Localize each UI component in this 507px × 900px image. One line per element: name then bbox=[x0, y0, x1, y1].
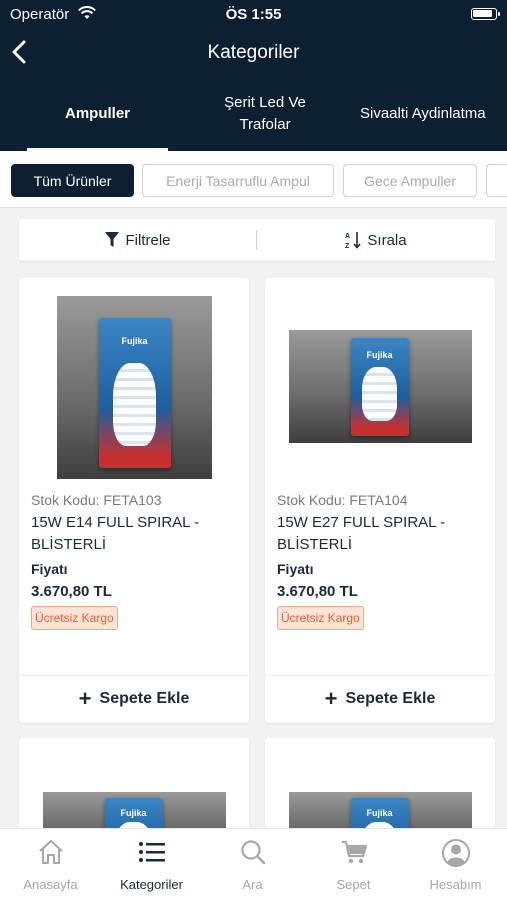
chip-night-bulbs[interactable]: Gece Ampuller bbox=[343, 164, 477, 197]
product-image: Fujika bbox=[19, 296, 249, 479]
product-card[interactable]: Fujika Stok Kodu: FETA104 15W E27 FULL S… bbox=[265, 278, 495, 723]
tab-sivaalti[interactable]: Sivaalti Aydinlatma bbox=[360, 76, 507, 151]
tab-serit-led[interactable]: Şerit Led Ve Trafolar bbox=[205, 76, 325, 151]
clock: ÖS 1:55 bbox=[225, 6, 282, 23]
image-brand-text: Fujika bbox=[366, 349, 393, 360]
tab-label: Sivaalti Aydinlatma bbox=[360, 104, 486, 122]
tab-label: Ampuller bbox=[64, 104, 130, 122]
bottom-tab-bar: Anasayfa Kategoriler Ara Sepet Hesabım bbox=[0, 828, 507, 900]
tab-account[interactable]: Hesabım bbox=[404, 829, 507, 900]
product-card[interactable]: Fujika bbox=[19, 738, 249, 838]
sort-icon: A Z bbox=[345, 232, 362, 249]
price-label: Fiyatı bbox=[31, 561, 68, 577]
product-name[interactable]: 15W E27 FULL SPIRAL - BLİSTERLİ bbox=[277, 512, 483, 556]
tab-label: Anasayfa bbox=[23, 877, 78, 892]
filter-icon bbox=[105, 232, 120, 247]
list-icon bbox=[138, 842, 165, 862]
account-icon bbox=[441, 839, 470, 867]
add-to-cart-label: Sepete Ekle bbox=[345, 690, 436, 707]
product-stock-code: Stok Kodu: FETA104 bbox=[277, 492, 408, 508]
category-tabs: Ampuller Şerit Led Ve Trafolar Sivaalti … bbox=[0, 76, 507, 151]
image-brand-text: Fujika bbox=[121, 336, 148, 346]
sort-button[interactable]: A Z Sırala bbox=[257, 219, 495, 261]
tab-label: Şerit Led Ve Trafolar bbox=[224, 93, 306, 133]
nav-bar: Kategoriler bbox=[0, 28, 507, 76]
image-brand-text: Fujika bbox=[120, 807, 147, 818]
image-brand-text: Fujika bbox=[366, 807, 393, 818]
product-price: 3.670,80 TL bbox=[277, 583, 358, 600]
chip-label: Enerji Tasarruflu Ampul bbox=[166, 172, 310, 189]
tab-categories[interactable]: Kategoriler bbox=[101, 829, 202, 900]
svg-text:A: A bbox=[345, 233, 350, 240]
free-shipping-badge: Ücretsiz Kargo bbox=[31, 606, 118, 630]
sort-label: Sırala bbox=[367, 231, 407, 249]
tab-label: Ara bbox=[242, 877, 263, 892]
product-image: Fujika bbox=[265, 330, 495, 443]
product-card[interactable]: Fujika Stok Kodu: FETA103 15W E14 FULL S… bbox=[19, 278, 249, 723]
tab-home[interactable]: Anasayfa bbox=[0, 829, 101, 900]
tab-cart[interactable]: Sepet bbox=[303, 829, 404, 900]
add-to-cart-button[interactable]: + Sepete Ekle bbox=[265, 675, 495, 722]
filter-label: Filtrele bbox=[125, 231, 171, 249]
product-name[interactable]: 15W E14 FULL SPIRAL - BLİSTERLİ bbox=[31, 512, 237, 556]
filter-sort-bar: Filtrele A Z Sırala bbox=[19, 219, 495, 261]
cart-icon bbox=[341, 840, 367, 864]
tab-label: Hesabım bbox=[429, 877, 482, 892]
plus-icon: + bbox=[324, 686, 338, 711]
add-to-cart-button[interactable]: + Sepete Ekle bbox=[19, 675, 249, 722]
plus-icon: + bbox=[78, 686, 92, 711]
product-card[interactable]: Fujika bbox=[265, 738, 495, 838]
product-price: 3.670,80 TL bbox=[31, 583, 112, 600]
svg-text:Z: Z bbox=[345, 243, 350, 249]
chip-energy-saving[interactable]: Enerji Tasarruflu Ampul bbox=[142, 164, 334, 197]
search-icon bbox=[240, 840, 265, 865]
chip-all-products[interactable]: Tüm Ürünler bbox=[11, 164, 134, 197]
chip-label: Gece Ampuller bbox=[364, 172, 456, 189]
tab-label: Sepet bbox=[336, 877, 371, 892]
subcategory-chips: Tüm Ürünler Enerji Tasarruflu Ampul Gece… bbox=[0, 151, 507, 208]
filter-button[interactable]: Filtrele bbox=[19, 219, 257, 261]
chip-label: Tüm Ürünler bbox=[33, 172, 112, 189]
tab-search[interactable]: Ara bbox=[202, 829, 303, 900]
chip-more[interactable] bbox=[486, 164, 507, 197]
page-title: Kategoriler bbox=[207, 42, 300, 63]
status-bar: Operatör ÖS 1:55 bbox=[0, 0, 507, 28]
battery-icon bbox=[471, 8, 500, 20]
tab-ampuller[interactable]: Ampuller bbox=[27, 76, 168, 151]
home-icon bbox=[38, 840, 63, 864]
product-stock-code: Stok Kodu: FETA103 bbox=[31, 492, 162, 508]
app-header: Operatör ÖS 1:55 Kategoriler Ampuller Şe… bbox=[0, 0, 507, 151]
add-to-cart-label: Sepete Ekle bbox=[99, 690, 190, 707]
price-label: Fiyatı bbox=[277, 561, 314, 577]
tab-label: Kategoriler bbox=[120, 877, 183, 892]
free-shipping-badge: Ücretsiz Kargo bbox=[277, 606, 364, 630]
